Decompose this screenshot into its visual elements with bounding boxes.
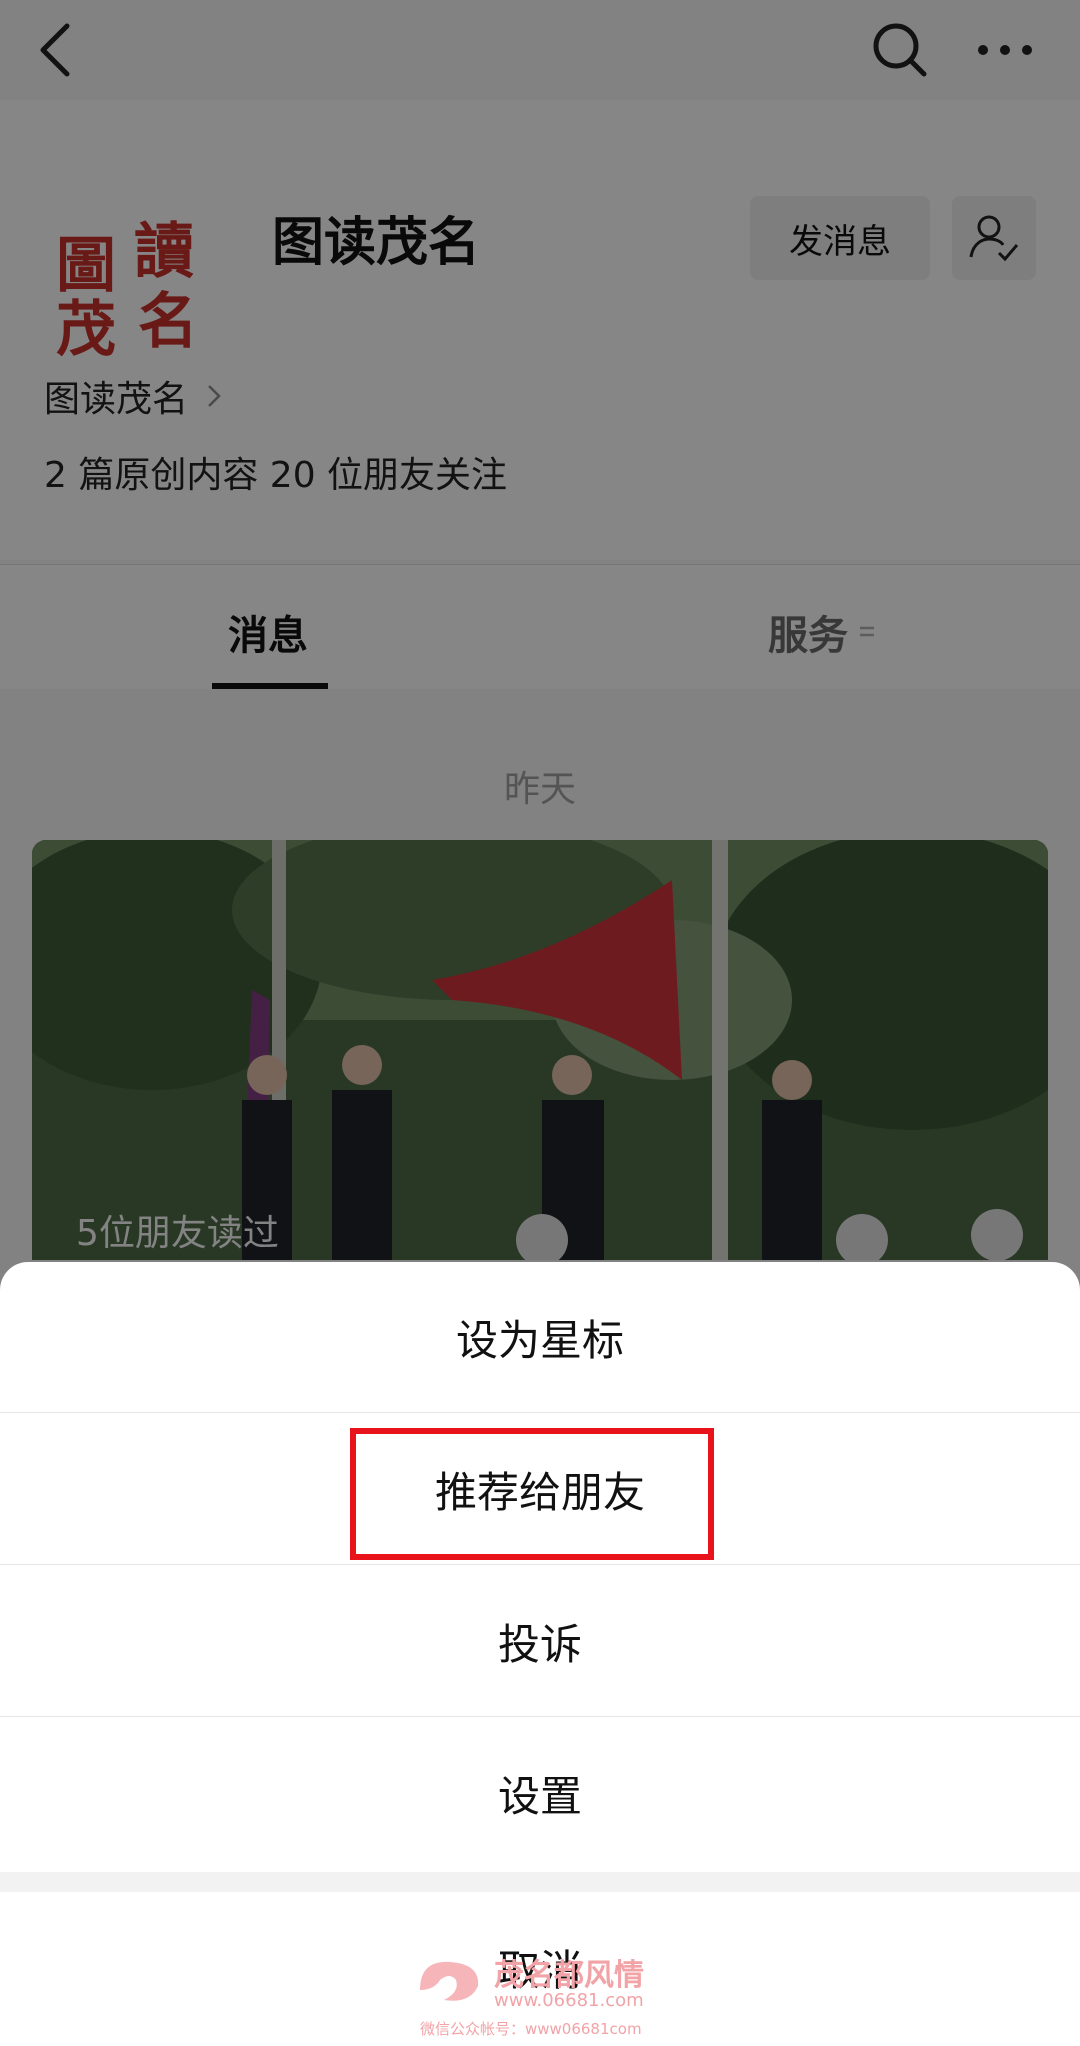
section-gap (0, 1872, 1080, 1892)
watermark-url: www.06681.com (494, 1990, 644, 2011)
watermark-account: 微信公众帐号：www06681com (420, 2020, 642, 2038)
divider (0, 1412, 1080, 1413)
divider (0, 1716, 1080, 1717)
settings-option[interactable]: 设置 (0, 1718, 1080, 1868)
report-option[interactable]: 投诉 (0, 1566, 1080, 1716)
divider (0, 1564, 1080, 1565)
set-star-option[interactable]: 设为星标 (0, 1262, 1080, 1412)
highlight-annotation-box (350, 1428, 714, 1560)
watermark-text: 茂名都风情 (494, 1958, 644, 1993)
watermark: 茂名都风情 www.06681.com 微信公众帐号：www06681com (410, 1950, 690, 2040)
action-sheet: 设为星标 推荐给朋友 投诉 设置 取消 茂名都风情 www.06681.com … (0, 1262, 1080, 2046)
watermark-logo-icon (420, 1961, 479, 2001)
